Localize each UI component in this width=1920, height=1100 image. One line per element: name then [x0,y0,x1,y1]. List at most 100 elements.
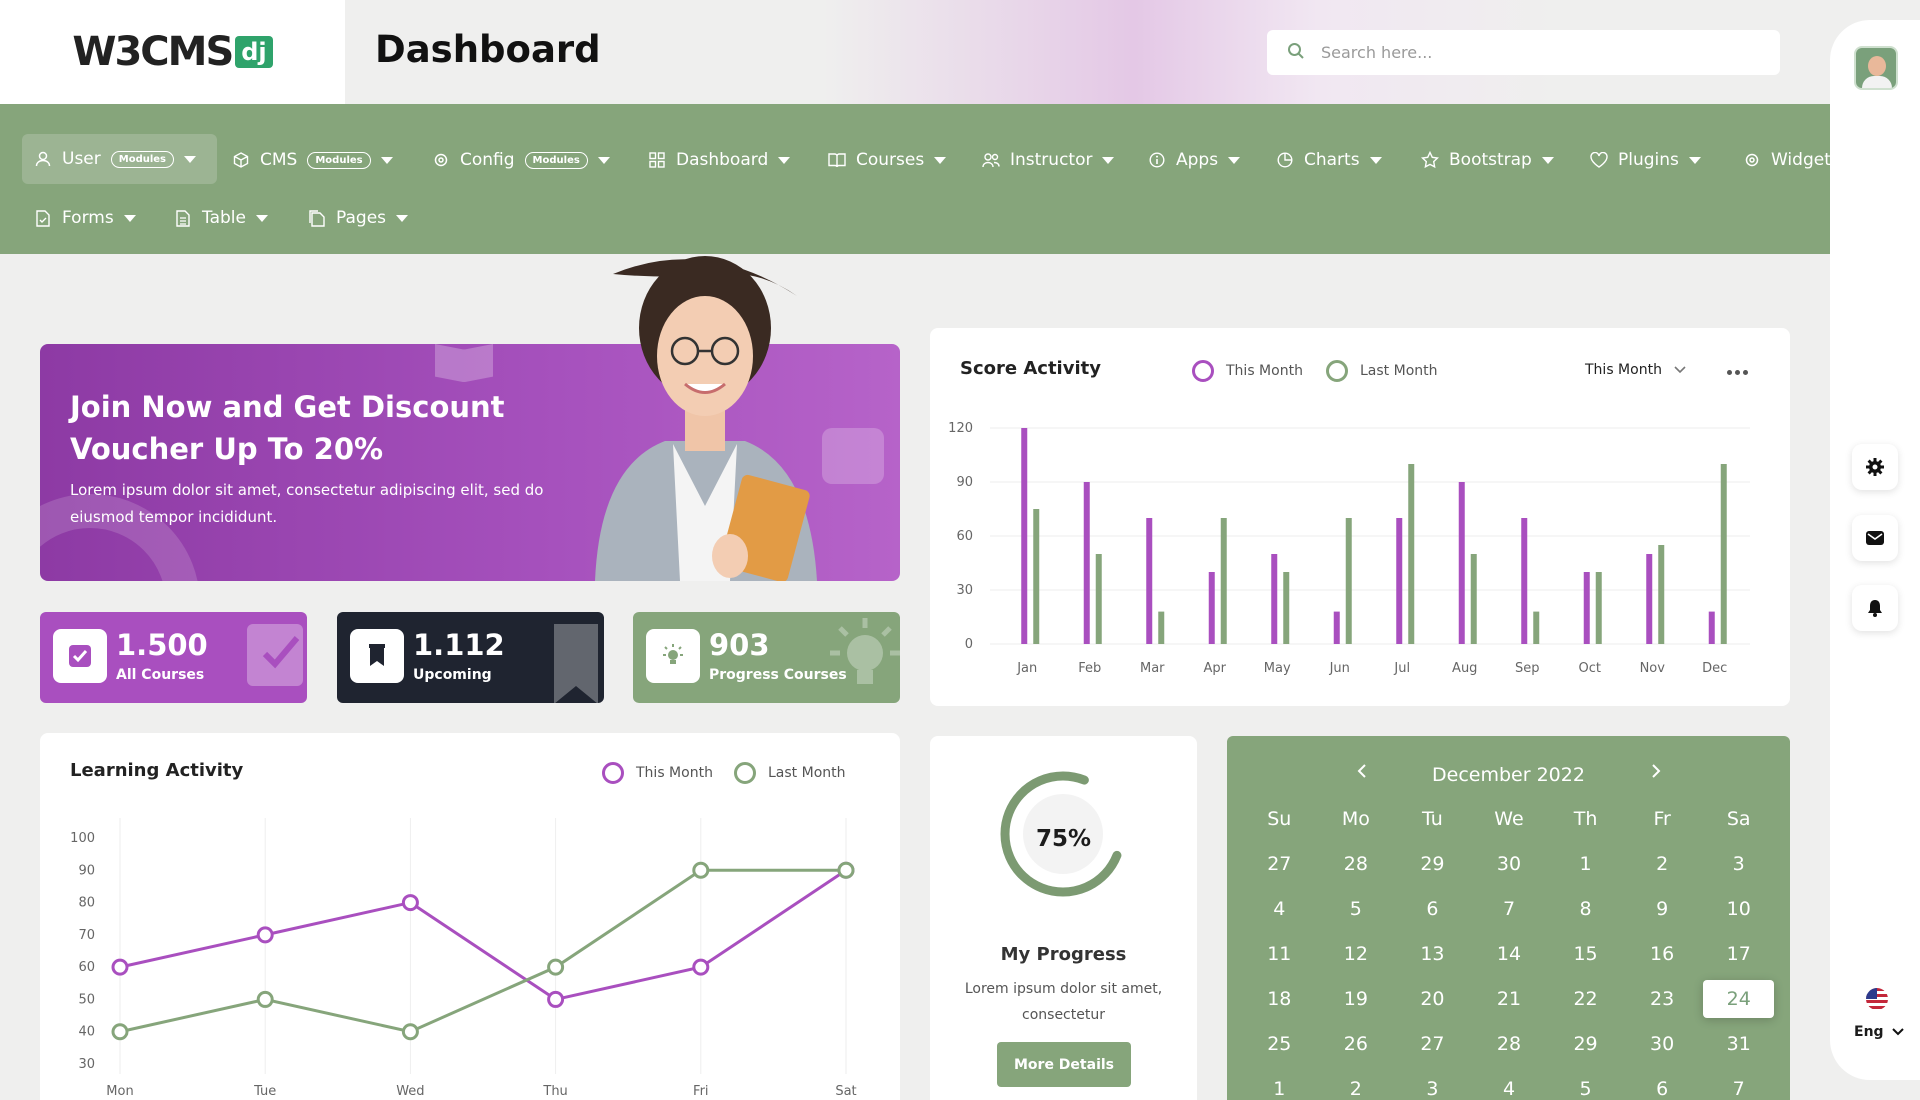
search-input[interactable]: Search here... [1267,30,1780,75]
calendar-day[interactable]: 6 [1624,1070,1701,1100]
y-tick-label: 60 [956,529,973,544]
bar-oct-last-month [1595,572,1602,644]
stat-card-upcoming[interactable]: 1.112 Upcoming [337,612,604,703]
files-icon [308,209,326,227]
calendar-day[interactable]: 4 [1241,890,1318,928]
calendar-day[interactable]: 11 [1241,935,1318,973]
calendar-day-selected[interactable]: 24 [1703,980,1774,1018]
calendar-day[interactable]: 1 [1241,1070,1318,1100]
nav-item-cms[interactable]: CMS Modules [220,136,405,184]
nav-item-forms[interactable]: Forms [22,194,148,242]
calendar-day[interactable]: 9 [1624,890,1701,928]
bar-aug-this-month [1458,482,1465,644]
nav-item-dashboard[interactable]: Dashboard [636,136,802,184]
calendar-day[interactable]: 27 [1241,845,1318,883]
bar-mar-last-month [1158,611,1165,644]
calendar-day[interactable]: 25 [1241,1025,1318,1063]
y-tick-label: 70 [78,928,95,943]
caret-down-icon [778,156,791,164]
nav-item-courses[interactable]: Courses [816,136,958,184]
calendar-day[interactable]: 5 [1318,890,1395,928]
calendar-day[interactable]: 17 [1700,935,1777,973]
caret-down-icon [597,156,610,164]
x-tick-label: Sep [1515,661,1540,676]
nav-item-plugins[interactable]: Plugins [1578,136,1713,184]
calendar-day[interactable]: 4 [1471,1070,1548,1100]
calendar-weekday: Mo [1341,808,1370,830]
x-tick-label: Dec [1702,661,1727,676]
bar-nov-last-month [1658,545,1665,644]
right-rail: Eng [1830,20,1920,1080]
bookmark-icon [554,624,598,703]
y-tick-label: 30 [78,1057,95,1072]
progress-title: My Progress [1000,944,1127,965]
stat-card-progress-courses[interactable]: 903 Progress Courses [633,612,900,703]
calendar-day[interactable]: 2 [1318,1070,1395,1100]
learning-activity-card: Learning Activity This Month Last Month … [40,733,900,1100]
settings-button[interactable] [1852,444,1898,490]
notification-button[interactable] [1852,585,1898,631]
nav-item-config[interactable]: Config Modules [420,136,622,184]
x-tick-label: Oct [1579,661,1601,676]
calendar-day[interactable]: 3 [1394,1070,1471,1100]
page-title: Dashboard [375,28,601,71]
nav-item-user[interactable]: User Modules [22,134,217,184]
nav-item-charts[interactable]: Charts [1264,136,1394,184]
calendar-day[interactable]: 7 [1700,1070,1777,1100]
bar-dec-this-month [1708,611,1715,644]
calendar-day[interactable]: 16 [1624,935,1701,973]
stat-label: Progress Courses [709,667,847,683]
nav-item-apps[interactable]: Apps [1136,136,1252,184]
calendar-day[interactable]: 12 [1318,935,1395,973]
calendar-day[interactable]: 15 [1547,935,1624,973]
nav-item-table[interactable]: Table [162,194,280,242]
calendar-day[interactable]: 1 [1547,845,1624,883]
calendar-day[interactable]: 8 [1547,890,1624,928]
calendar-day[interactable]: 18 [1241,980,1318,1018]
x-tick-label: Nov [1640,661,1666,676]
calendar-day[interactable]: 28 [1318,845,1395,883]
logo[interactable]: W3CMS dj [0,0,345,104]
calendar-day[interactable]: 26 [1318,1025,1395,1063]
progress-text: Lorem ipsum dolor sit amet, consectetur [964,981,1163,1023]
calendar-day[interactable]: 28 [1471,1025,1548,1063]
calendar-day[interactable]: 30 [1624,1025,1701,1063]
mail-button[interactable] [1852,515,1898,561]
calendar-day[interactable]: 22 [1547,980,1624,1018]
calendar-day[interactable]: 10 [1700,890,1777,928]
calendar-day[interactable]: 21 [1471,980,1548,1018]
calendar-day[interactable]: 19 [1318,980,1395,1018]
nav-item-pages[interactable]: Pages [296,194,420,242]
calendar-day[interactable]: 5 [1547,1070,1624,1100]
calendar-day[interactable]: 29 [1394,845,1471,883]
caret-down-icon [1228,156,1241,164]
caret-down-icon [123,214,136,222]
x-tick-label: Wed [396,1084,424,1099]
bar-mar-this-month [1146,518,1153,644]
y-tick-label: 80 [78,896,95,911]
calendar-weekday: Sa [1726,808,1751,830]
calendar-day[interactable]: 3 [1700,845,1777,883]
stat-card-all-courses[interactable]: 1.500 All Courses [40,612,307,703]
calendar-day[interactable]: 13 [1394,935,1471,973]
data-point-tue-this-month [256,926,274,944]
calendar-day[interactable]: 20 [1394,980,1471,1018]
nav-item-instructor[interactable]: Instructor [970,136,1126,184]
next-month-button[interactable] [1651,760,1661,785]
calendar-day[interactable]: 2 [1624,845,1701,883]
calendar-day[interactable]: 23 [1624,980,1701,1018]
calendar-day[interactable]: 27 [1394,1025,1471,1063]
us-flag-icon[interactable] [1866,988,1888,1010]
calendar-day[interactable]: 6 [1394,890,1471,928]
calendar-day[interactable]: 7 [1471,890,1548,928]
language-selector[interactable]: Eng [1854,1024,1904,1040]
nav-item-bootstrap[interactable]: Bootstrap [1409,136,1566,184]
calendar-day[interactable]: 30 [1471,845,1548,883]
calendar-day[interactable]: 29 [1547,1025,1624,1063]
avatar[interactable] [1854,46,1898,90]
calendar-day[interactable]: 31 [1700,1025,1777,1063]
calendar-day[interactable]: 14 [1471,935,1548,973]
stat-value: 1.500 [116,628,208,662]
nav-item-widget[interactable]: Widget [1731,136,1830,184]
more-details-button[interactable]: More Details [997,1042,1131,1087]
